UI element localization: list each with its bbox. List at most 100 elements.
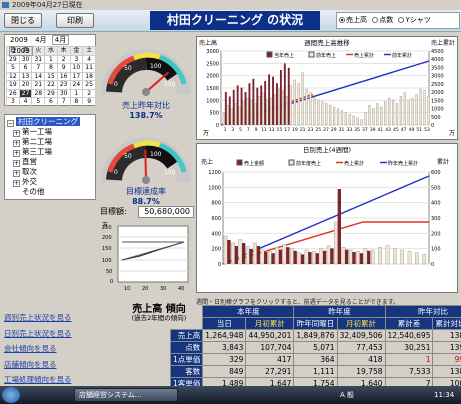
link-company-trend[interactable]: 会社傾向を見る — [4, 341, 124, 357]
weekly-y2tick: 4500 — [431, 49, 444, 55]
calendar-day[interactable]: 10 — [69, 63, 84, 73]
calendar-day[interactable]: 26 — [6, 88, 20, 98]
link-daily-sales[interactable]: 日別売上状況を見る — [4, 326, 124, 342]
calendar-day[interactable]: 16 — [56, 71, 71, 81]
mini-ytick: 150 — [102, 246, 112, 252]
month-select[interactable]: 4月 — [51, 35, 70, 45]
calendar-day[interactable]: 2 — [82, 88, 96, 98]
weekly-xtick: 49 — [409, 127, 415, 133]
calendar-day[interactable]: 6 — [44, 97, 58, 107]
weekly-bar-prev — [297, 83, 300, 126]
calendar-day[interactable]: 3 — [69, 54, 84, 64]
tree-item[interactable]: + 直営 — [7, 157, 93, 167]
calendar-day[interactable]: 1 — [69, 88, 84, 98]
link-store-trend[interactable]: 店舗傾向を見る — [4, 357, 124, 373]
table-cell: 849 — [202, 365, 247, 378]
weekly-bar-prev — [423, 90, 426, 126]
calendar-day[interactable]: 21 — [31, 80, 46, 90]
expand-icon[interactable]: + — [13, 180, 20, 187]
tree-item[interactable]: + 外交 — [7, 177, 93, 187]
calendar-day[interactable]: 24 — [69, 80, 84, 90]
calendar-day[interactable]: 23 — [56, 80, 71, 90]
radio-shirts[interactable]: Yシャツ — [398, 13, 431, 28]
calendar-day[interactable]: 9 — [56, 63, 71, 73]
mini-trend-chart[interactable]: 万 250 200 150 100 50 0 10 20 30 40 — [100, 220, 192, 296]
expand-icon[interactable]: + — [13, 150, 20, 157]
tree-item[interactable]: + 第三工場 — [7, 147, 93, 157]
taskbar-app-button[interactable]: 店舗経営システム... — [74, 388, 178, 402]
weekday: 金 — [69, 46, 84, 56]
expand-icon[interactable]: + — [13, 140, 20, 147]
calendar-day[interactable]: 25 — [82, 80, 96, 90]
calendar-day[interactable]: 1 — [44, 54, 58, 64]
tree-item[interactable]: + 第二工場 — [7, 137, 93, 147]
start-button[interactable] — [2, 387, 20, 403]
calendar-day[interactable]: 14 — [31, 71, 46, 81]
daily-bar-current — [278, 249, 283, 264]
weekly-ytick: 1500 — [206, 86, 219, 92]
weekly-y2tick: 3500 — [431, 65, 444, 71]
radio-sales[interactable]: 売上高 — [339, 13, 367, 28]
calendar-day[interactable]: 29 — [44, 88, 58, 98]
link-weekly-sales[interactable]: 週別売上状況を見る — [4, 310, 124, 326]
calendar-day[interactable]: 11 — [82, 63, 96, 73]
weekly-xtick: 35 — [354, 127, 360, 133]
gauge-tick: 150 — [164, 81, 176, 88]
weekly-bar-prev — [376, 103, 379, 126]
daily-bar-current — [249, 249, 253, 264]
weekly-y2tick: 1500 — [431, 98, 444, 104]
weekly-xtick: 33 — [346, 127, 352, 133]
calendar-day[interactable]: 28 — [31, 88, 46, 98]
table-row: 1点単価329417364418199.8% — [169, 353, 461, 366]
calendar-day[interactable]: 3 — [6, 97, 20, 107]
calendar-day[interactable]: 30 — [56, 88, 71, 98]
weekly-xtick: 19 — [292, 127, 298, 133]
calendar-day[interactable]: 12 — [6, 71, 20, 81]
calendar-day[interactable]: 9 — [82, 97, 96, 107]
tree-item[interactable]: + 第一工場 — [7, 127, 93, 137]
table-cell: 99.8% — [432, 353, 461, 366]
calendar-day[interactable]: 5 — [6, 63, 20, 73]
calendar-day[interactable]: 13 — [18, 71, 33, 81]
calendar-day[interactable]: 5 — [31, 97, 46, 107]
calendar-day[interactable]: 8 — [69, 97, 84, 107]
expand-icon[interactable]: + — [13, 130, 20, 137]
calendar-day[interactable]: 6 — [18, 63, 33, 73]
mini-ytick: 50 — [106, 269, 112, 275]
tree-item[interactable]: + 取次 — [7, 167, 93, 177]
ime-indicator[interactable]: A 般 — [340, 386, 354, 404]
daily-sales-chart[interactable]: 日別売上(4週間) 売上 累計 売上金額 前年度売上 売上累計 昨年売上累計 1200 1000… — [196, 143, 458, 293]
table-cell: 3,843 — [202, 341, 247, 354]
calendar-day[interactable]: 15 — [44, 71, 58, 81]
calendar-day[interactable]: 20 — [18, 80, 33, 90]
calendar-day[interactable]: 7 — [56, 97, 71, 107]
print-button[interactable]: 印刷 — [56, 13, 94, 28]
calendar-day[interactable]: 17 — [69, 71, 84, 81]
weekly-bar-prev — [309, 92, 312, 126]
calendar-day[interactable]: 31 — [31, 54, 46, 64]
calendar-day[interactable]: 2 — [56, 54, 71, 64]
collapse-icon[interactable]: − — [7, 120, 14, 127]
calendar-day[interactable]: 7 — [31, 63, 46, 73]
weekly-sales-chart[interactable]: 週間売上高推移 売上高 売上累計万万 3000 2500 2000 1500 1000 500 0… — [196, 36, 458, 140]
expand-icon[interactable]: + — [13, 160, 20, 167]
daily-y2tick: 300 — [431, 216, 441, 222]
calendar-day[interactable]: 4 — [18, 97, 33, 107]
calendar-day[interactable]: 27 — [18, 88, 33, 98]
daily-bar-current — [359, 253, 364, 264]
radio-dot-icon — [372, 17, 379, 23]
weekly-bar-prev — [258, 96, 261, 126]
tree-item[interactable]: その他 — [7, 187, 93, 197]
calendar-day[interactable]: 8 — [44, 63, 58, 73]
calendar-day[interactable]: 22 — [44, 80, 58, 90]
weekly-xtick: 37 — [362, 127, 368, 133]
calendar-day[interactable]: 4 — [82, 54, 96, 64]
weekly-bar-current — [268, 74, 271, 125]
expand-icon[interactable]: + — [13, 170, 20, 177]
tree-root[interactable]: − 村田クリーニング — [7, 117, 93, 127]
calendar-day[interactable]: 19 — [6, 80, 20, 90]
weekly-y2tick: 3000 — [431, 74, 444, 80]
radio-points[interactable]: 点数 — [372, 13, 393, 28]
calendar-day[interactable]: 18 — [82, 71, 96, 81]
close-button[interactable]: 閉じる — [4, 13, 42, 28]
